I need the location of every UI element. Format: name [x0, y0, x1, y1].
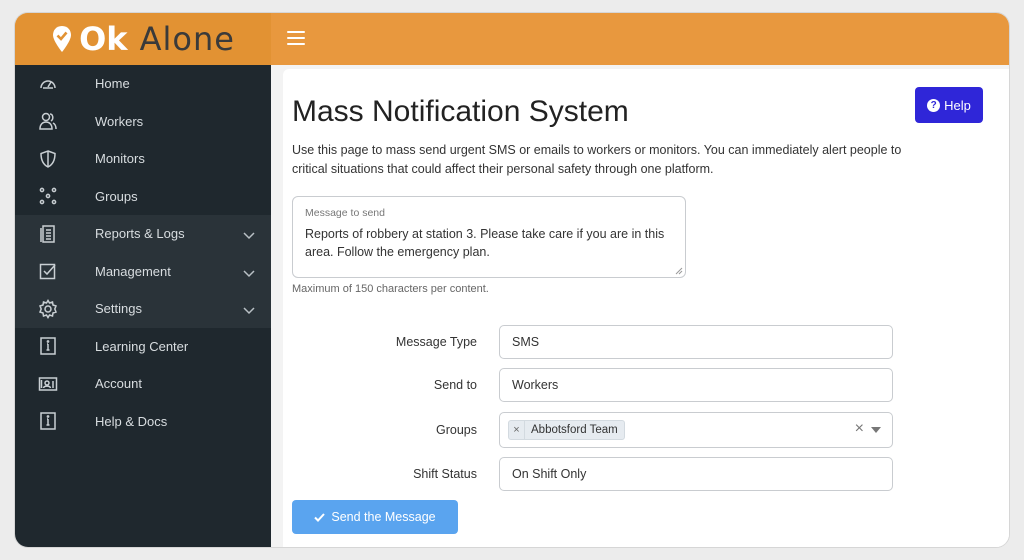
- brand-name-ok: Ok: [79, 20, 128, 58]
- info-doc-icon: [37, 410, 59, 432]
- gear-icon: [37, 298, 59, 320]
- groups-row: Groups × Abbotsford Team ×: [292, 412, 893, 448]
- account-card-icon: [37, 373, 59, 395]
- send-to-label: Send to: [433, 378, 477, 392]
- sidebar-item-label: Workers: [95, 113, 144, 129]
- sidebar-item-management[interactable]: Management: [15, 252, 271, 290]
- check-icon: [314, 512, 326, 522]
- checkbox-edit-icon: [37, 260, 59, 282]
- chevron-down-icon[interactable]: [243, 228, 255, 240]
- sidebar-item-account[interactable]: Account: [15, 365, 271, 403]
- sidebar-item-label: Management: [95, 263, 171, 279]
- sidebar-item-groups[interactable]: Groups: [15, 178, 271, 216]
- message-textarea[interactable]: Message to send Reports of robbery at st…: [292, 196, 686, 278]
- sidebar-item-label: Learning Center: [95, 338, 189, 354]
- brand-logo[interactable]: Ok Alone: [15, 13, 271, 65]
- report-document-icon: [37, 223, 59, 245]
- users-icon: [37, 110, 59, 132]
- resize-grip-icon[interactable]: [675, 267, 683, 275]
- info-doc-icon: [37, 335, 59, 357]
- location-pin-icon: [53, 26, 72, 52]
- sidebar-item-home[interactable]: Home: [15, 65, 271, 103]
- send-message-label: Send the Message: [331, 510, 436, 524]
- chevron-down-icon[interactable]: [243, 303, 255, 315]
- sidebar-item-workers[interactable]: Workers: [15, 103, 271, 141]
- chevron-down-icon[interactable]: [243, 266, 255, 277]
- shield-icon: [37, 148, 59, 170]
- help-button[interactable]: ? Help: [915, 87, 983, 123]
- shift-status-label: Shift Status: [413, 467, 477, 481]
- sidebar: Home Workers Monitors Groups Reports & L…: [15, 65, 271, 547]
- brand-name-alone: Alone: [139, 20, 235, 58]
- main-content: Mass Notification System ? Help Use this…: [271, 65, 1009, 547]
- message-type-row: Message Type SMS: [292, 325, 893, 359]
- message-value: Reports of robbery at station 3. Please …: [305, 227, 665, 259]
- send-message-button[interactable]: Send the Message: [292, 500, 458, 534]
- app-window: Ok Alone Home Workers Monitors Groups Re…: [14, 12, 1010, 548]
- sidebar-item-label: Reports & Logs: [95, 226, 185, 242]
- send-to-select[interactable]: Workers: [499, 368, 893, 402]
- dashboard-gauge-icon: [37, 73, 59, 95]
- question-circle-icon: ?: [927, 98, 941, 112]
- menu-toggle-icon[interactable]: [287, 27, 305, 49]
- tag-remove-icon[interactable]: ×: [509, 421, 525, 439]
- sidebar-item-monitors[interactable]: Monitors: [15, 140, 271, 178]
- message-label: Message to send: [305, 207, 385, 219]
- caret-down-icon[interactable]: [871, 427, 881, 433]
- page-description: Use this page to mass send urgent SMS or…: [292, 143, 902, 176]
- groups-multiselect[interactable]: × Abbotsford Team ×: [499, 412, 893, 448]
- sidebar-item-label: Account: [95, 376, 142, 392]
- sidebar-item-settings[interactable]: Settings: [15, 290, 271, 328]
- shift-status-row: Shift Status On Shift Only: [292, 457, 893, 491]
- sidebar-item-learning-center[interactable]: Learning Center: [15, 328, 271, 366]
- shift-status-select[interactable]: On Shift Only: [499, 457, 893, 491]
- clear-selection-icon[interactable]: ×: [855, 413, 864, 445]
- top-bar: Ok Alone: [15, 13, 1009, 65]
- message-type-label: Message Type: [395, 335, 477, 349]
- sidebar-item-label: Help & Docs: [95, 413, 168, 429]
- group-tag-label: Abbotsford Team: [531, 424, 618, 436]
- content-panel: Mass Notification System ? Help Use this…: [283, 69, 1009, 547]
- help-button-label: Help: [944, 97, 971, 113]
- sidebar-item-label: Monitors: [95, 151, 145, 167]
- sidebar-item-label: Groups: [95, 188, 138, 204]
- group-tag: × Abbotsford Team: [508, 420, 625, 440]
- sidebar-item-label: Home: [95, 76, 130, 92]
- sidebar-item-label: Settings: [95, 301, 142, 317]
- groups-label: Groups: [436, 423, 477, 437]
- send-to-row: Send to Workers: [292, 368, 893, 402]
- groups-dots-icon: [37, 185, 59, 207]
- page-title: Mass Notification System: [292, 95, 629, 128]
- sidebar-item-reports-logs[interactable]: Reports & Logs: [15, 215, 271, 253]
- message-type-select[interactable]: SMS: [499, 325, 893, 359]
- sidebar-item-help-docs[interactable]: Help & Docs: [15, 403, 271, 441]
- character-limit-hint: Maximum of 150 characters per content.: [292, 283, 489, 295]
